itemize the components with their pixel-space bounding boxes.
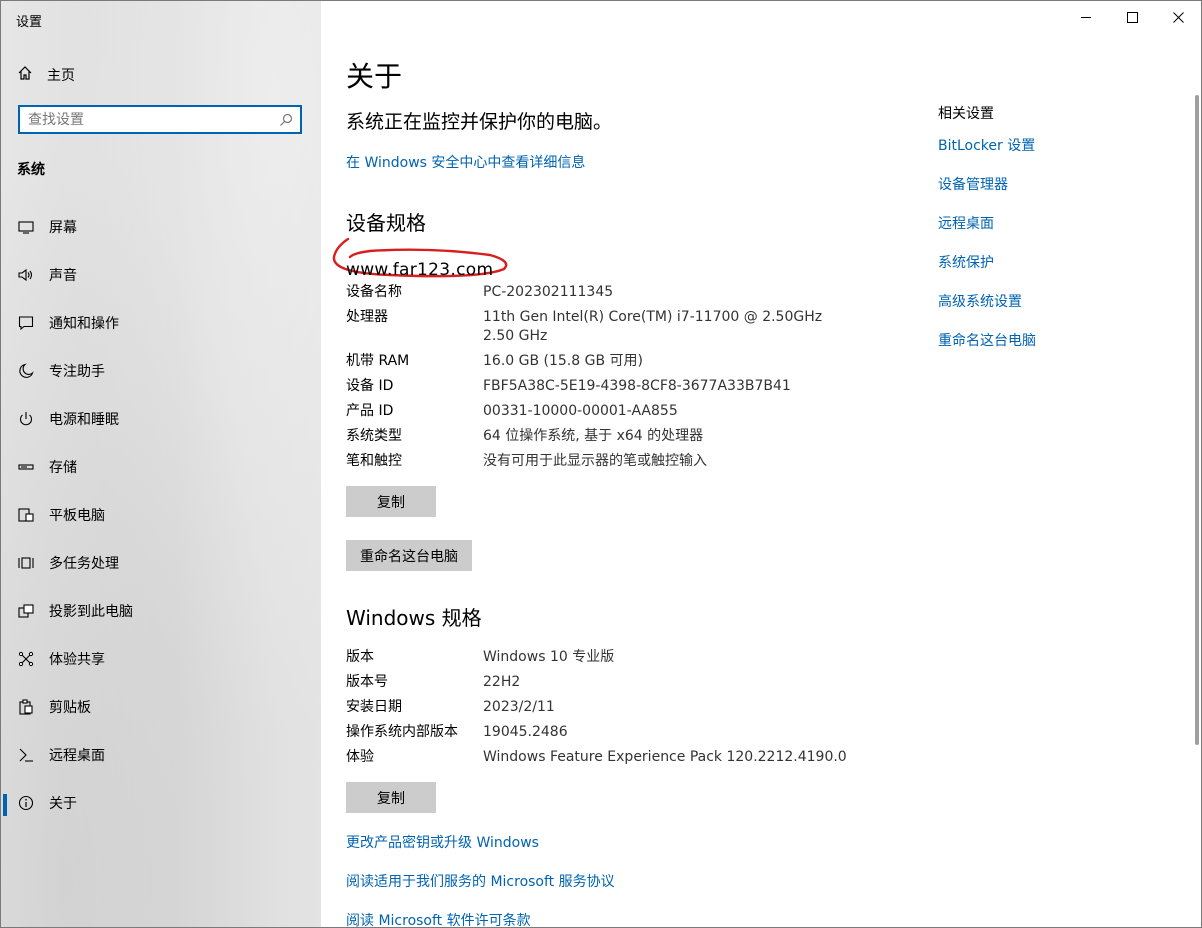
scrollbar[interactable]	[1195, 95, 1199, 745]
related-link-bitlocker[interactable]: BitLocker 设置	[938, 135, 1036, 174]
related-link-rename-pc[interactable]: 重命名这台电脑	[938, 330, 1036, 369]
spec-row-edition: 版本 Windows 10 专业版	[346, 649, 615, 665]
sidebar-item-label: 声音	[49, 268, 77, 284]
sidebar-item-label: 体验共享	[49, 652, 105, 668]
power-icon	[17, 410, 35, 428]
copy-device-specs-button[interactable]: 复制	[346, 486, 436, 517]
services-agreement-link[interactable]: 阅读适用于我们服务的 Microsoft 服务协议	[346, 871, 615, 891]
section-heading-system: 系统	[17, 162, 45, 178]
sidebar-item-label: 屏幕	[49, 220, 77, 236]
watermark-text: www.far123.com	[346, 260, 494, 280]
sidebar-item-remote-desktop[interactable]: 远程桌面	[1, 731, 321, 779]
spec-row-os-build: 操作系统内部版本 19045.2486	[346, 724, 568, 740]
related-link-system-protection[interactable]: 系统保护	[938, 252, 1036, 291]
info-icon	[17, 794, 35, 812]
change-product-key-link[interactable]: 更改产品密钥或升级 Windows	[346, 832, 539, 852]
related-link-advanced-settings[interactable]: 高级系统设置	[938, 291, 1036, 330]
spec-row-device-name: 设备名称 PC-202302111345	[346, 284, 614, 300]
storage-icon	[17, 458, 35, 476]
spec-row-experience: 体验 Windows Feature Experience Pack 120.22…	[346, 749, 847, 765]
window-title: 设置	[16, 15, 43, 30]
notification-icon	[17, 314, 35, 332]
main-content: 关于 系统正在监控并保护你的电脑。 在 Windows 安全中心中查看详细信息 …	[322, 1, 1201, 927]
windows-specs-heading: Windows 规格	[346, 606, 482, 630]
page-title: 关于	[346, 60, 403, 93]
sidebar-item-label: 平板电脑	[49, 508, 105, 524]
maximize-icon	[1126, 11, 1138, 23]
sidebar: 设置 主页 系统 屏幕 声音 通知和操作	[1, 1, 321, 927]
related-settings: 相关设置 BitLocker 设置 设备管理器 远程桌面 系统保护 高级系统设置…	[938, 103, 1036, 369]
sidebar-item-power[interactable]: 电源和睡眠	[1, 395, 321, 443]
sidebar-item-about[interactable]: 关于	[1, 779, 321, 827]
sidebar-item-sound[interactable]: 声音	[1, 251, 321, 299]
spec-row-install-date: 安装日期 2023/2/11	[346, 699, 555, 715]
sidebar-item-label: 剪贴板	[49, 700, 91, 716]
sidebar-item-clipboard[interactable]: 剪贴板	[1, 683, 321, 731]
search-icon[interactable]	[272, 113, 300, 127]
remote-icon	[17, 746, 35, 764]
copy-windows-specs-button[interactable]: 复制	[346, 782, 436, 813]
home-nav-item[interactable]: 主页	[17, 65, 75, 85]
spec-row-ram: 机带 RAM 16.0 GB (15.8 GB 可用)	[346, 353, 643, 369]
related-settings-title: 相关设置	[938, 106, 994, 122]
sidebar-item-label: 存储	[49, 460, 77, 476]
sidebar-item-label: 专注助手	[49, 364, 105, 380]
settings-window: 设置 主页 系统 屏幕 声音 通知和操作	[0, 0, 1202, 928]
share-icon	[17, 650, 35, 668]
spec-row-system-type: 系统类型 64 位操作系统, 基于 x64 的处理器	[346, 428, 704, 444]
clipboard-icon	[17, 698, 35, 716]
sidebar-item-label: 电源和睡眠	[49, 412, 119, 428]
close-icon	[1172, 11, 1184, 23]
rename-pc-button[interactable]: 重命名这台电脑	[346, 540, 472, 571]
sidebar-nav: 屏幕 声音 通知和操作 专注助手 电源和睡眠 存储 平板电脑 多任务处理 投影到…	[1, 203, 321, 827]
protection-status: 系统正在监控并保护你的电脑。	[346, 111, 613, 133]
minimize-icon	[1080, 16, 1091, 18]
sidebar-item-display[interactable]: 屏幕	[1, 203, 321, 251]
sidebar-item-label: 远程桌面	[49, 748, 105, 764]
sidebar-item-label: 多任务处理	[49, 556, 119, 572]
home-icon	[17, 65, 33, 85]
sidebar-item-tablet[interactable]: 平板电脑	[1, 491, 321, 539]
project-icon	[17, 602, 35, 620]
sidebar-item-focus-assist[interactable]: 专注助手	[1, 347, 321, 395]
device-specs-heading: 设备规格	[346, 211, 426, 235]
search-input[interactable]	[20, 110, 272, 129]
maximize-button[interactable]	[1109, 1, 1155, 33]
sidebar-item-project[interactable]: 投影到此电脑	[1, 587, 321, 635]
home-label: 主页	[47, 68, 75, 84]
monitor-icon	[17, 218, 35, 236]
multitask-icon	[17, 554, 35, 572]
tablet-icon	[17, 506, 35, 524]
speaker-icon	[17, 266, 35, 284]
security-center-link[interactable]: 在 Windows 安全中心中查看详细信息	[346, 152, 585, 172]
sidebar-item-notifications[interactable]: 通知和操作	[1, 299, 321, 347]
spec-row-device-id: 设备 ID FBF5A38C-5E19-4398-8CF8-3677A33B7B4…	[346, 378, 791, 394]
sidebar-item-multitasking[interactable]: 多任务处理	[1, 539, 321, 587]
minimize-button[interactable]	[1063, 1, 1109, 33]
search-box[interactable]	[18, 105, 302, 134]
close-button[interactable]	[1155, 1, 1201, 33]
windows-specs-list: 版本 Windows 10 专业版 版本号 22H2 安装日期 2023/2/11 操…	[346, 645, 847, 770]
spec-row-version: 版本号 22H2	[346, 674, 521, 690]
sidebar-item-shared-experiences[interactable]: 体验共享	[1, 635, 321, 683]
sidebar-item-label: 投影到此电脑	[49, 604, 133, 620]
sidebar-item-storage[interactable]: 存储	[1, 443, 321, 491]
moon-icon	[17, 362, 35, 380]
sidebar-item-label: 通知和操作	[49, 316, 119, 332]
spec-row-product-id: 产品 ID 00331-10000-00001-AA855	[346, 403, 678, 419]
related-link-remote-desktop[interactable]: 远程桌面	[938, 213, 1036, 252]
spec-row-processor: 处理器 11th Gen Intel(R) Core(TM) i7-11700 @…	[346, 309, 823, 344]
sidebar-item-label: 关于	[49, 796, 77, 812]
spec-row-pen-touch: 笔和触控 没有可用于此显示器的笔或触控输入	[346, 453, 707, 469]
license-terms-link[interactable]: 阅读 Microsoft 软件许可条款	[346, 910, 531, 927]
window-controls	[1063, 1, 1201, 33]
device-specs-list: 设备名称 PC-202302111345 处理器 11th Gen Intel(R)…	[346, 280, 822, 474]
related-link-device-manager[interactable]: 设备管理器	[938, 174, 1036, 213]
